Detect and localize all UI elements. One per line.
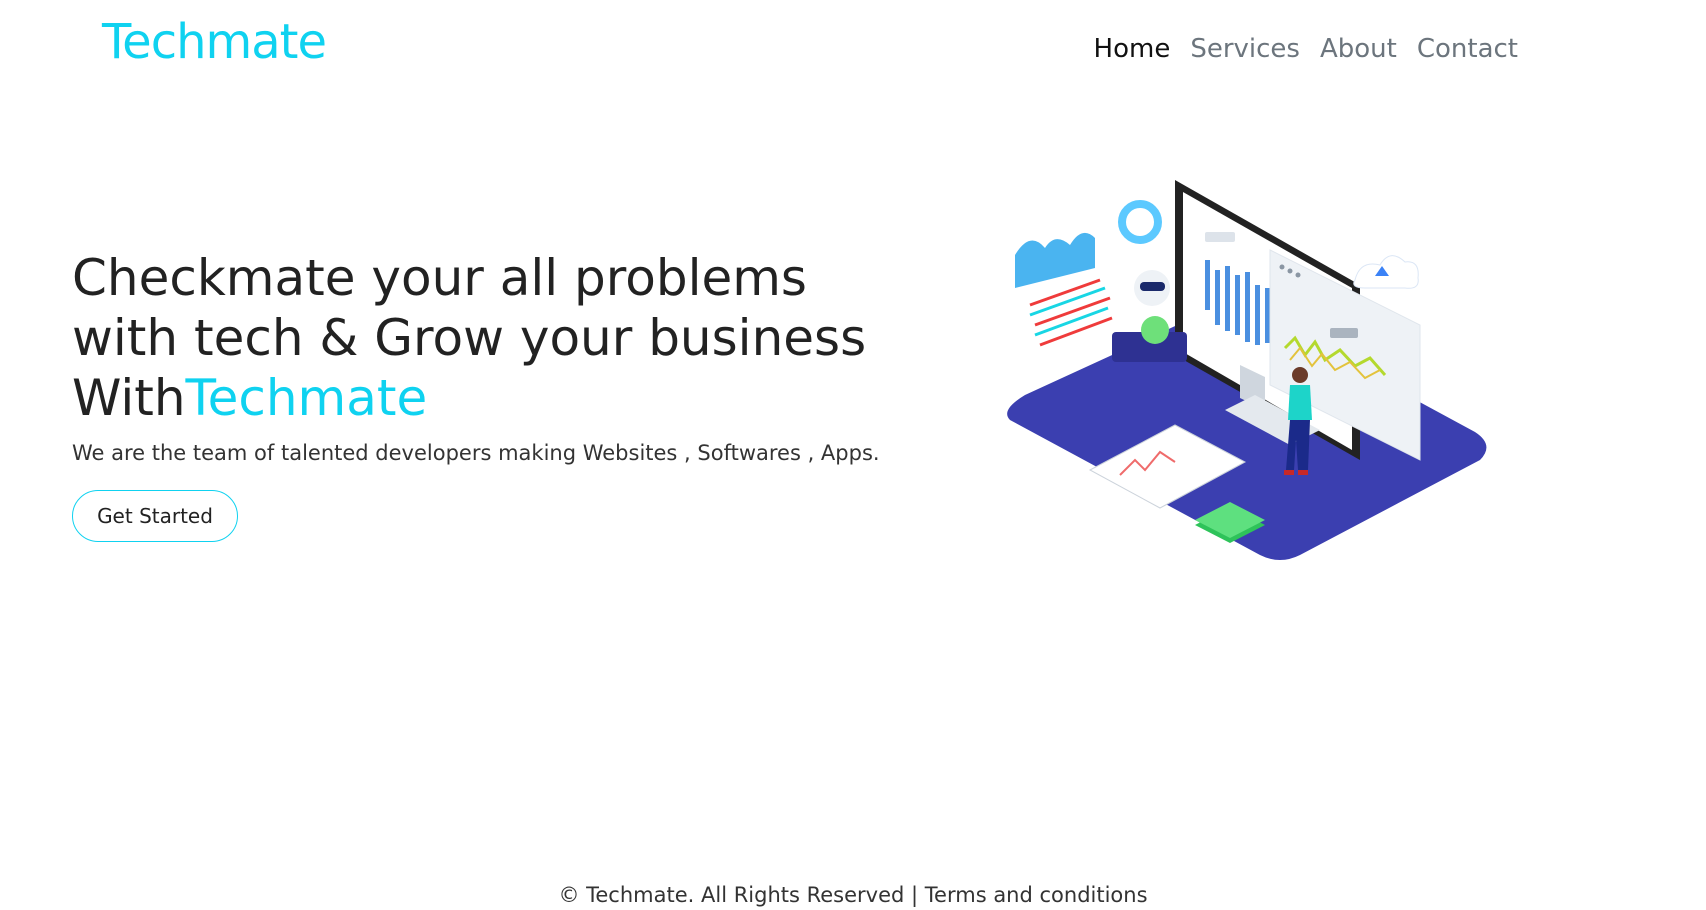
- hero-title: Checkmate your all problems with tech & …: [72, 248, 872, 428]
- brand-logo[interactable]: Techmate: [102, 14, 327, 70]
- hero-title-brand: Techmate: [185, 369, 428, 427]
- main-nav: Home Services About Contact: [1094, 34, 1518, 64]
- hero-subtitle: We are the team of talented developers m…: [72, 441, 880, 465]
- footer-copyright: © Techmate. All Rights Reserved: [558, 883, 905, 907]
- footer: © Techmate. All Rights Reserved | Terms …: [0, 883, 1706, 907]
- footer-separator: |: [904, 883, 925, 907]
- nav-contact[interactable]: Contact: [1417, 34, 1518, 64]
- terms-link[interactable]: Terms and conditions: [925, 883, 1148, 907]
- get-started-button[interactable]: Get Started: [72, 490, 238, 542]
- nav-home[interactable]: Home: [1094, 34, 1171, 64]
- nav-services[interactable]: Services: [1190, 34, 1300, 64]
- nav-about[interactable]: About: [1320, 34, 1397, 64]
- hero-title-prefix: With: [72, 369, 186, 427]
- hero-title-line2: with tech & Grow your business: [72, 309, 867, 367]
- hero-title-line1: Checkmate your all problems: [72, 249, 807, 307]
- analytics-illustration: [1007, 180, 1487, 560]
- page: Techmate Home Services About Contact Che…: [0, 0, 1706, 910]
